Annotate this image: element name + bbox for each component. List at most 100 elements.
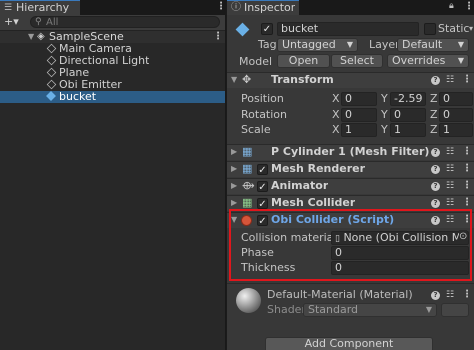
add-component-button[interactable]: Add Component (265, 337, 433, 350)
inspector-menu-icon[interactable]: ⋮ (464, 0, 474, 14)
hierarchy-menu-icon[interactable]: ⋮ (216, 0, 226, 14)
mesh-renderer-enabled-checkbox[interactable]: ✓ (257, 164, 268, 176)
scale-label: Scale (241, 123, 271, 136)
info-icon: ⓘ (231, 2, 241, 13)
mesh-collider-enabled-checkbox[interactable]: ✓ (257, 198, 268, 210)
foldout-arrow[interactable]: ▶ (231, 162, 237, 176)
component-menu-icon[interactable]: ⋮ (462, 73, 472, 87)
gameobject-cube-icon (46, 43, 57, 54)
help-icon[interactable]: ? (431, 148, 440, 157)
rotation-x-field[interactable]: 0 (341, 108, 377, 122)
tag-label: Tag (258, 38, 277, 51)
foldout-arrow[interactable]: ▶ (231, 179, 237, 193)
active-checkbox[interactable]: ✓ (261, 23, 273, 35)
axis-x-label: X (332, 123, 340, 136)
preset-icon[interactable]: ☷ (446, 196, 454, 210)
gameobject-cube-icon (46, 67, 57, 78)
hierarchy-item-label: Plane (59, 67, 90, 79)
axis-y-label: Y (381, 123, 388, 136)
position-z-field[interactable]: 0 (439, 92, 473, 106)
add-object-button[interactable]: +▾ (4, 15, 19, 29)
static-dropdown-arrow[interactable]: ▾ (469, 22, 473, 36)
mesh-collider-title: Mesh Collider (271, 196, 356, 209)
material-menu-icon[interactable]: ⋮ (462, 288, 472, 302)
help-icon[interactable]: ? (431, 291, 440, 300)
scene-row[interactable]: ▼ ◈ SampleScene ⋮ (0, 31, 225, 43)
object-name-field[interactable]: bucket (277, 22, 419, 36)
rotation-label: Rotation (241, 108, 288, 121)
animator-header[interactable]: ▶ ⟴ ✓ Animator ? ☷ ⋮ (227, 178, 474, 194)
mesh-renderer-icon: ▦ (242, 162, 253, 175)
help-icon[interactable]: ? (431, 76, 440, 85)
help-icon[interactable]: ? (431, 199, 440, 208)
chevron-down-icon: ▼ (457, 40, 464, 49)
gameobject-cube-icon (46, 55, 57, 66)
help-icon[interactable]: ? (431, 165, 440, 174)
select-button[interactable]: Select (331, 54, 383, 68)
shader-value: Standard (308, 303, 359, 316)
tag-value: Untagged (282, 38, 336, 51)
overrides-dropdown[interactable]: Overrides ▼ (387, 54, 469, 68)
animator-title: Animator (271, 179, 329, 192)
scene-menu-icon[interactable]: ⋮ (213, 30, 223, 44)
search-icon: ⚲ (35, 17, 42, 27)
axis-y-label: Y (381, 92, 388, 105)
hierarchy-search-field[interactable]: ⚲ All (30, 16, 220, 28)
hierarchy-item-label: bucket (59, 91, 97, 103)
hierarchy-item-main-camera[interactable]: Main Camera (0, 43, 225, 55)
inspector-tab-label: Inspector (244, 2, 296, 14)
layer-dropdown[interactable]: Default ▼ (397, 38, 469, 52)
transform-header[interactable]: ▼ ✥ Transform ? ☷ ⋮ (227, 72, 474, 88)
axis-x-label: X (332, 92, 340, 105)
unity-scene-icon: ◈ (37, 31, 45, 42)
component-menu-icon[interactable]: ⋮ (462, 196, 472, 210)
select-label: Select (340, 54, 374, 67)
mesh-filter-header[interactable]: ▶ ▦ P Cylinder 1 (Mesh Filter) ? ☷ ⋮ (227, 144, 474, 160)
hierarchy-tab[interactable]: ☰ Hierarchy (0, 0, 80, 15)
shader-edit-button[interactable] (441, 303, 469, 317)
foldout-arrow[interactable]: ▶ (231, 196, 237, 210)
transform-icon: ✥ (242, 73, 252, 86)
animator-enabled-checkbox[interactable]: ✓ (257, 181, 268, 193)
tag-dropdown[interactable]: Untagged ▼ (277, 38, 358, 52)
preset-icon[interactable]: ☷ (446, 288, 454, 302)
hierarchy-item-plane[interactable]: Plane (0, 67, 225, 79)
open-button[interactable]: Open (277, 54, 330, 68)
scale-x-field[interactable]: 1 (341, 123, 377, 137)
hierarchy-list-icon: ☰ (4, 3, 13, 13)
hierarchy-tab-label: Hierarchy (16, 2, 70, 14)
inspector-tab[interactable]: ⓘ Inspector (227, 0, 299, 15)
preset-icon[interactable]: ☷ (446, 179, 454, 193)
foldout-arrow[interactable]: ▶ (231, 145, 237, 159)
material-sphere-preview (236, 288, 261, 313)
hierarchy-item-obi-emitter[interactable]: Obi Emitter (0, 79, 225, 91)
component-menu-icon[interactable]: ⋮ (462, 162, 472, 176)
preset-icon[interactable]: ☷ (446, 162, 454, 176)
shader-dropdown[interactable]: Standard ▼ (303, 303, 437, 317)
chevron-down-icon: ▼ (425, 305, 432, 314)
open-label: Open (288, 54, 319, 67)
component-menu-icon[interactable]: ⋮ (462, 145, 472, 159)
preset-icon[interactable]: ☷ (446, 145, 454, 159)
foldout-arrow[interactable]: ▼ (231, 73, 237, 87)
rotation-y-field[interactable]: 0 (390, 108, 426, 122)
position-x-field[interactable]: 0 (341, 92, 377, 106)
component-menu-icon[interactable]: ⋮ (462, 179, 472, 193)
hierarchy-item-label: Main Camera (59, 43, 132, 55)
hierarchy-toolbar: +▾ ⚲ All (0, 15, 225, 31)
rotation-z-field[interactable]: 0 (439, 108, 473, 122)
help-icon[interactable]: ? (431, 182, 440, 191)
scale-y-field[interactable]: 1 (390, 123, 426, 137)
mesh-renderer-header[interactable]: ▶ ▦ ✓ Mesh Renderer ? ☷ ⋮ (227, 161, 474, 177)
scene-foldout-arrow[interactable]: ▼ (28, 30, 34, 44)
highlight-box (229, 209, 472, 281)
hierarchy-item-directional-light[interactable]: Directional Light (0, 55, 225, 67)
preset-icon[interactable]: ☷ (446, 73, 454, 87)
lock-icon[interactable]: 🔒︎ (449, 0, 454, 13)
position-y-field[interactable]: -2.59 (390, 92, 426, 106)
hierarchy-item-bucket[interactable]: bucket (0, 91, 225, 103)
scale-z-field[interactable]: 1 (439, 123, 473, 137)
material-name: Default-Material (Material) (267, 288, 413, 301)
static-checkbox[interactable] (424, 23, 436, 35)
position-label: Position (241, 92, 284, 105)
